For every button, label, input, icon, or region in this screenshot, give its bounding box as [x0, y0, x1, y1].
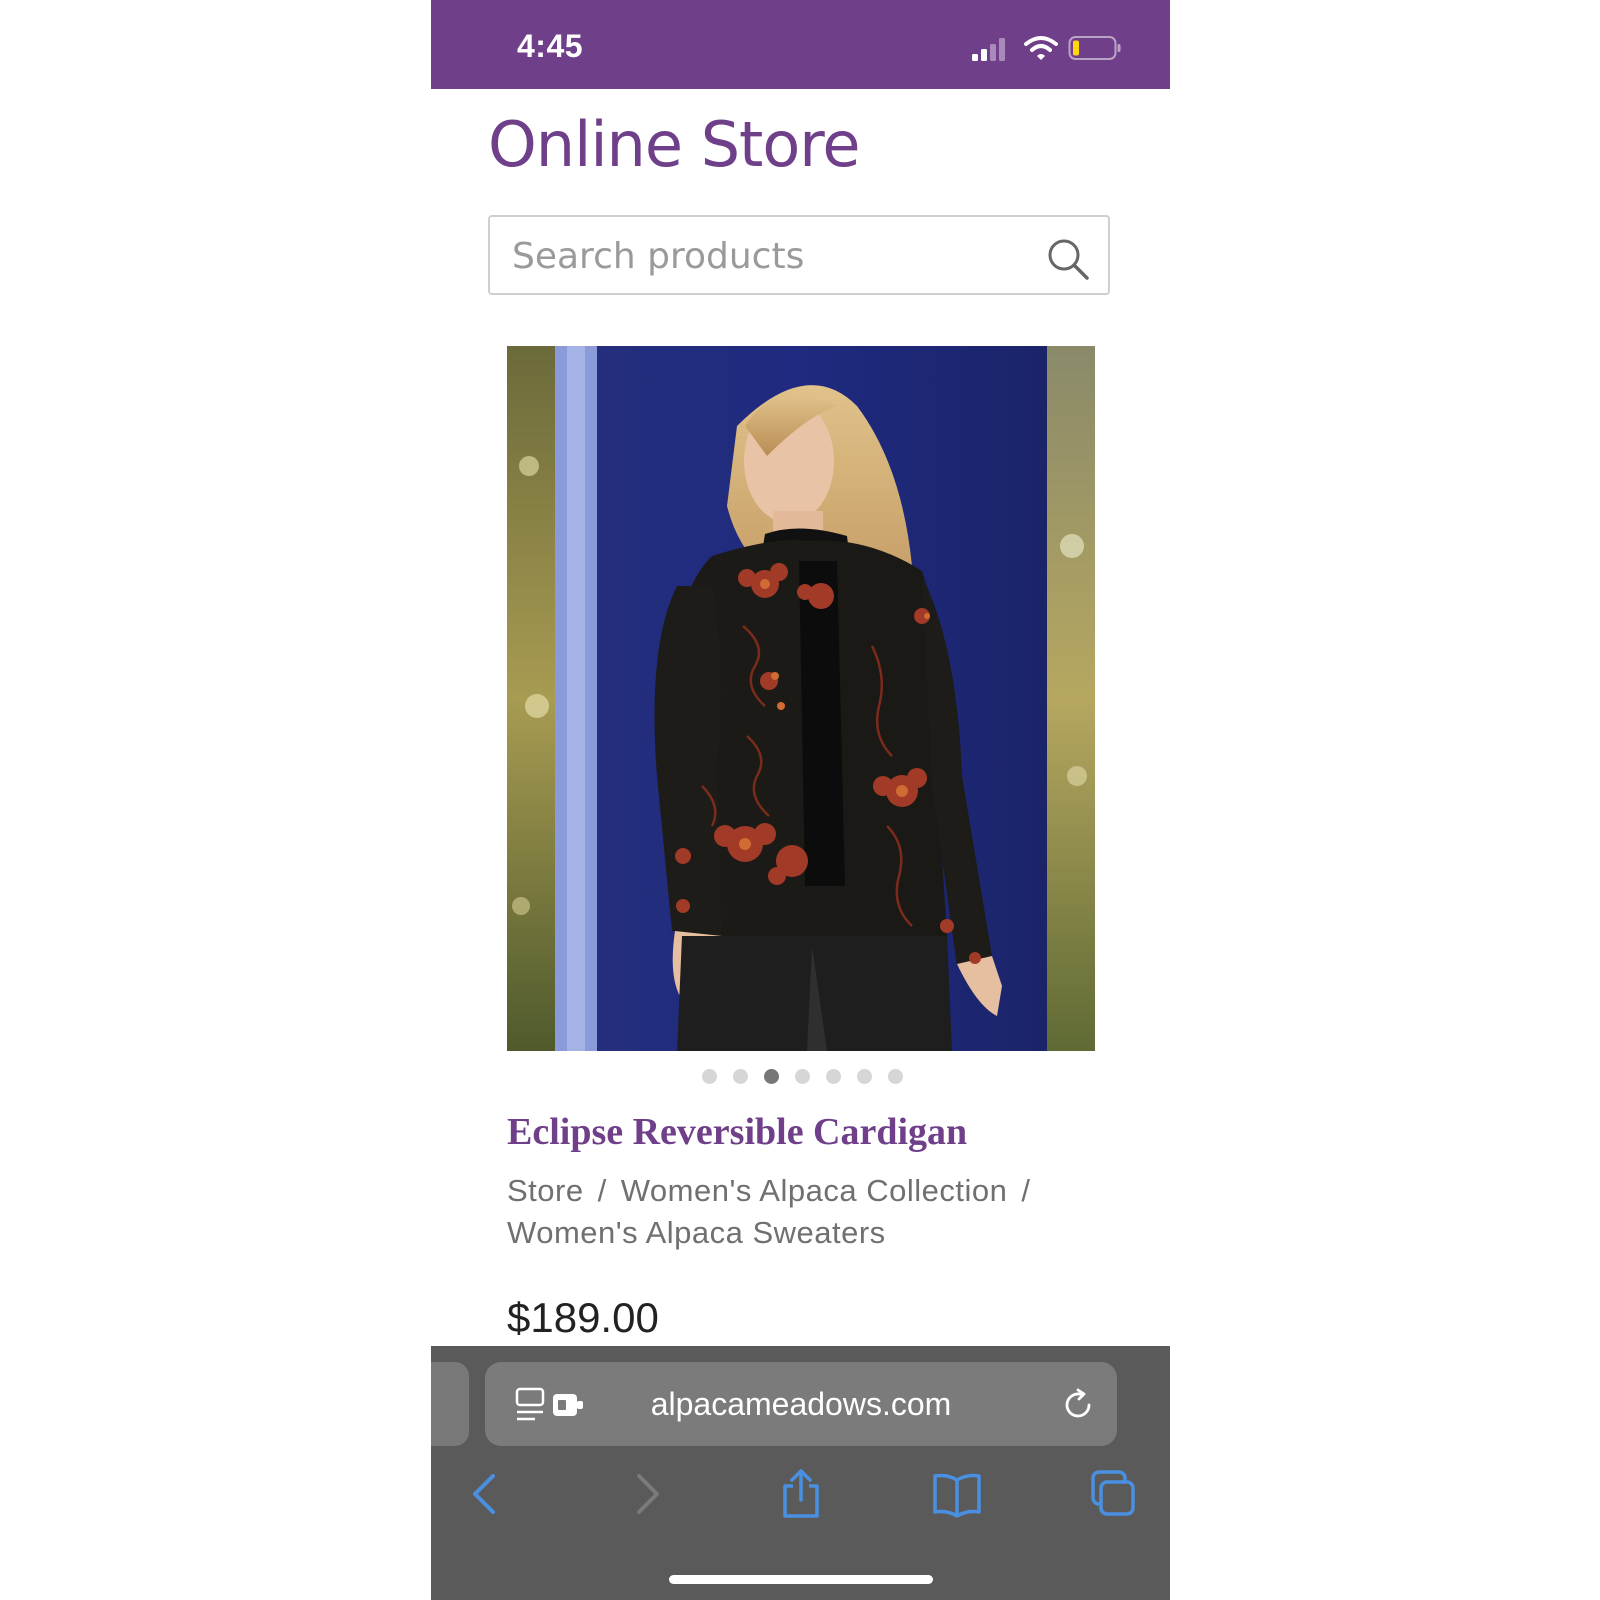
breadcrumb-separator: /: [597, 1173, 607, 1208]
breadcrumb-separator: /: [1021, 1173, 1031, 1208]
forward-icon[interactable]: [619, 1468, 671, 1520]
home-indicator[interactable]: [669, 1575, 933, 1584]
product-name: Eclipse Reversible Cardigan: [507, 1111, 968, 1153]
status-bar: 4:45: [431, 0, 1170, 89]
product-image[interactable]: [507, 346, 1095, 1051]
phone-screen: 4:45 Online Store Search products Eclips…: [431, 0, 1170, 1600]
page-title: Online Store: [488, 108, 861, 181]
breadcrumb: Store / Women's Alpaca Collection / Women's …: [507, 1170, 1127, 1254]
bookmarks-icon[interactable]: [931, 1468, 983, 1520]
breadcrumb-category[interactable]: Women's Alpaca Sweaters: [507, 1215, 886, 1250]
carousel-dot[interactable]: [888, 1069, 903, 1084]
back-icon[interactable]: [461, 1468, 513, 1520]
signal-icon: [972, 38, 1005, 61]
search-icon[interactable]: [1046, 237, 1090, 281]
carousel-dots[interactable]: [431, 1069, 1170, 1085]
address-bar[interactable]: alpacameadows.com: [485, 1362, 1117, 1446]
search-box[interactable]: [488, 215, 1110, 295]
carousel-dot[interactable]: [826, 1069, 841, 1084]
url-text[interactable]: alpacameadows.com: [485, 1386, 1117, 1423]
product-photo: [507, 346, 1095, 1051]
browser-toolbar: alpacameadows.com: [431, 1346, 1170, 1600]
battery-icon: [1068, 36, 1121, 60]
tabs-icon[interactable]: [1087, 1468, 1139, 1520]
carousel-dot[interactable]: [857, 1069, 872, 1084]
breadcrumb-store[interactable]: Store: [507, 1173, 584, 1208]
breadcrumb-collection[interactable]: Women's Alpaca Collection: [621, 1173, 1008, 1208]
previous-tab-stub[interactable]: [431, 1362, 469, 1446]
status-time: 4:45: [517, 28, 584, 64]
share-icon[interactable]: [775, 1468, 827, 1520]
product-price: $189.00: [507, 1294, 659, 1341]
wifi-icon: [1024, 36, 1058, 60]
carousel-dot-active[interactable]: [764, 1069, 779, 1084]
search-input[interactable]: [510, 217, 1034, 295]
carousel-dot[interactable]: [733, 1069, 748, 1084]
reload-icon[interactable]: [1061, 1388, 1095, 1422]
carousel-dot[interactable]: [795, 1069, 810, 1084]
carousel-dot[interactable]: [702, 1069, 717, 1084]
